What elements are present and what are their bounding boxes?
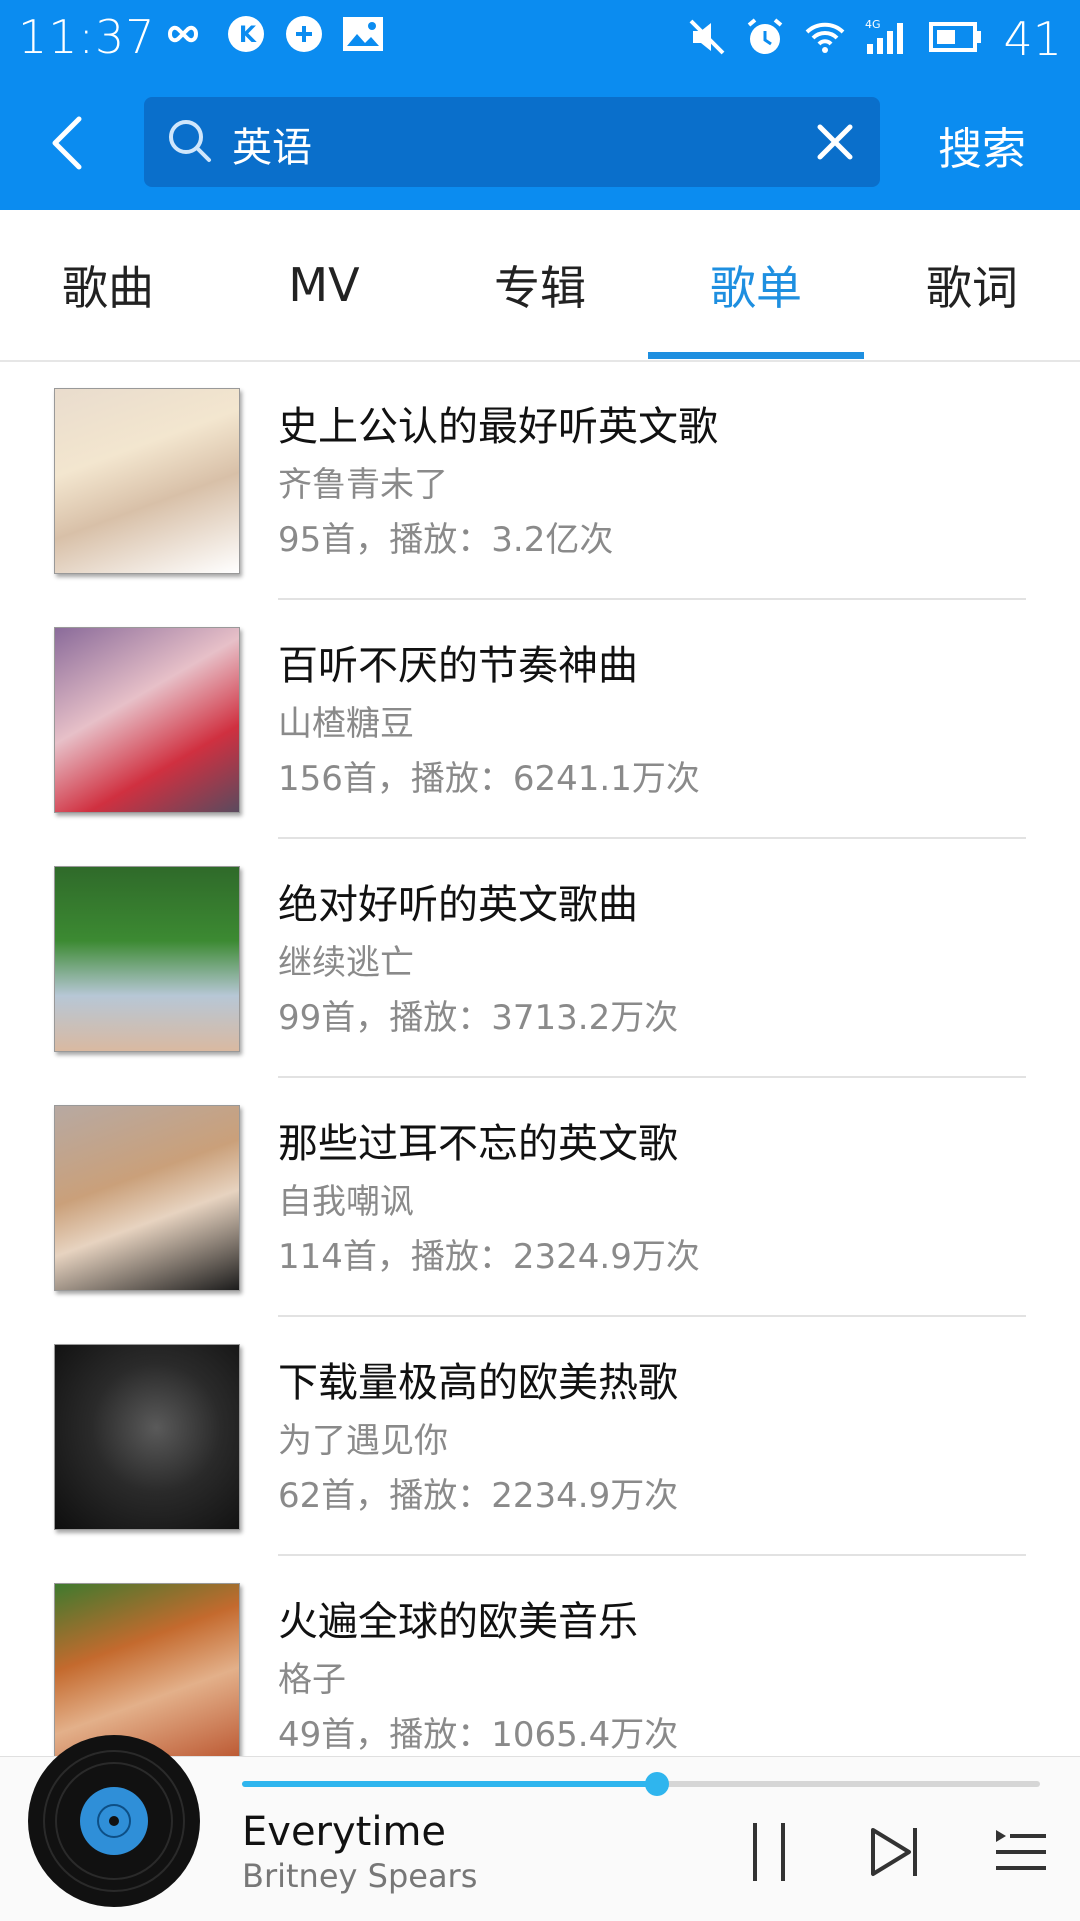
- playlist-title: 那些过耳不忘的英文歌: [278, 1121, 678, 1167]
- status-right-icons: 4G 41: [689, 12, 1062, 66]
- playlist-stats: 62首，播放：2234.9万次: [278, 1476, 679, 1516]
- close-icon: [817, 124, 853, 160]
- back-button[interactable]: [32, 105, 102, 180]
- playlist-title: 下载量极高的欧美热歌: [278, 1360, 678, 1406]
- wifi-icon: [805, 20, 845, 58]
- svg-text:4G: 4G: [865, 18, 881, 31]
- search-icon: [166, 117, 214, 169]
- search-result-tabs: 歌曲 MV 专辑 歌单 歌词: [0, 210, 1080, 362]
- vinyl-disc-icon[interactable]: [26, 1733, 202, 1909]
- playlist-author: 齐鲁青未了: [278, 465, 448, 505]
- active-tab-indicator: [648, 352, 864, 359]
- playlist-author: 为了遇见你: [278, 1421, 448, 1461]
- playlist-title: 史上公认的最好听英文歌: [278, 404, 718, 450]
- mini-player: Everytime Britney Spears: [0, 1735, 1080, 1921]
- next-button[interactable]: [860, 1817, 930, 1887]
- search-input[interactable]: 英语: [144, 97, 880, 187]
- mute-icon: [689, 17, 725, 61]
- playlist-menu-icon: [996, 1830, 1046, 1870]
- divider: [278, 598, 1026, 600]
- playlist-stats: 49首，播放：1065.4万次: [278, 1715, 679, 1755]
- divider: [278, 837, 1026, 839]
- playlist-cover-image: [54, 1344, 240, 1530]
- playlist-title: 百听不厌的节奏神曲: [278, 643, 638, 689]
- playlist-stats: 95首，播放：3.2亿次: [278, 520, 614, 560]
- battery-level: 41: [1003, 12, 1062, 66]
- alarm-icon: [745, 17, 785, 61]
- pause-icon: [753, 1823, 785, 1881]
- tab-mv[interactable]: MV: [216, 210, 432, 360]
- back-arrow-icon: [52, 116, 82, 169]
- playlist-cover-image: [54, 866, 240, 1052]
- clear-search-button[interactable]: [812, 119, 858, 165]
- progress-handle[interactable]: [644, 1772, 669, 1796]
- status-left-icons: K: [158, 14, 384, 58]
- pause-button[interactable]: [735, 1817, 805, 1887]
- playlist-title: 火遍全球的欧美音乐: [278, 1599, 638, 1645]
- playlist-cover-image: [54, 1105, 240, 1291]
- status-time: 11:37: [18, 10, 156, 64]
- playlist-stats: 114首，播放：2324.9万次: [278, 1237, 700, 1277]
- tab-playlists[interactable]: 歌单: [648, 210, 864, 360]
- playlist-author: 格子: [278, 1660, 346, 1700]
- playlist-item[interactable]: 绝对好听的英文歌曲 继续逃亡 99首，播放：3713.2万次: [0, 840, 1080, 1079]
- playlist-title: 绝对好听的英文歌曲: [278, 882, 638, 928]
- divider: [278, 1554, 1026, 1556]
- svg-text:K: K: [239, 23, 257, 48]
- battery-icon: [929, 22, 983, 56]
- playlist-stats: 156首，播放：6241.1万次: [278, 759, 700, 799]
- playlist-stats: 99首，播放：3713.2万次: [278, 998, 679, 1038]
- k-app-icon: K: [226, 14, 266, 58]
- playlist-item[interactable]: 百听不厌的节奏神曲 山楂糖豆 156首，播放：6241.1万次: [0, 601, 1080, 840]
- playlist-queue-button[interactable]: [985, 1817, 1055, 1887]
- now-playing-artist: Britney Spears: [242, 1857, 478, 1895]
- playlist-item[interactable]: 那些过耳不忘的英文歌 自我嘲讽 114首，播放：2324.9万次: [0, 1079, 1080, 1318]
- playlist-cover-image: [54, 627, 240, 813]
- playlist-author: 山楂糖豆: [278, 704, 414, 744]
- divider: [278, 1076, 1026, 1078]
- playlist-author: 自我嘲讽: [278, 1182, 414, 1222]
- divider: [278, 1315, 1026, 1317]
- signal-4g-icon: 4G: [865, 18, 909, 60]
- progress-fill: [242, 1781, 657, 1787]
- playlist-author: 继续逃亡: [278, 943, 414, 983]
- search-header: 英语 搜索: [0, 75, 1080, 210]
- search-query: 英语: [232, 125, 312, 171]
- playlist-cover-image: [54, 388, 240, 574]
- tab-songs[interactable]: 歌曲: [0, 210, 216, 360]
- tab-albums[interactable]: 专辑: [432, 210, 648, 360]
- gallery-icon: [342, 16, 384, 56]
- progress-bar[interactable]: [242, 1772, 1040, 1796]
- sync-icon: [284, 14, 324, 58]
- status-bar: 11:37 K 4G 41: [0, 0, 1080, 75]
- playlist-item[interactable]: 下载量极高的欧美热歌 为了遇见你 62首，播放：2234.9万次: [0, 1318, 1080, 1557]
- playlist-item[interactable]: 史上公认的最好听英文歌 齐鲁青未了 95首，播放：3.2亿次: [0, 362, 1080, 601]
- tab-lyrics[interactable]: 歌词: [864, 210, 1080, 360]
- now-playing-title: Everytime: [242, 1809, 447, 1855]
- skip-next-icon: [871, 1828, 917, 1876]
- search-button[interactable]: 搜索: [938, 113, 1026, 177]
- infinity-icon: [158, 19, 208, 53]
